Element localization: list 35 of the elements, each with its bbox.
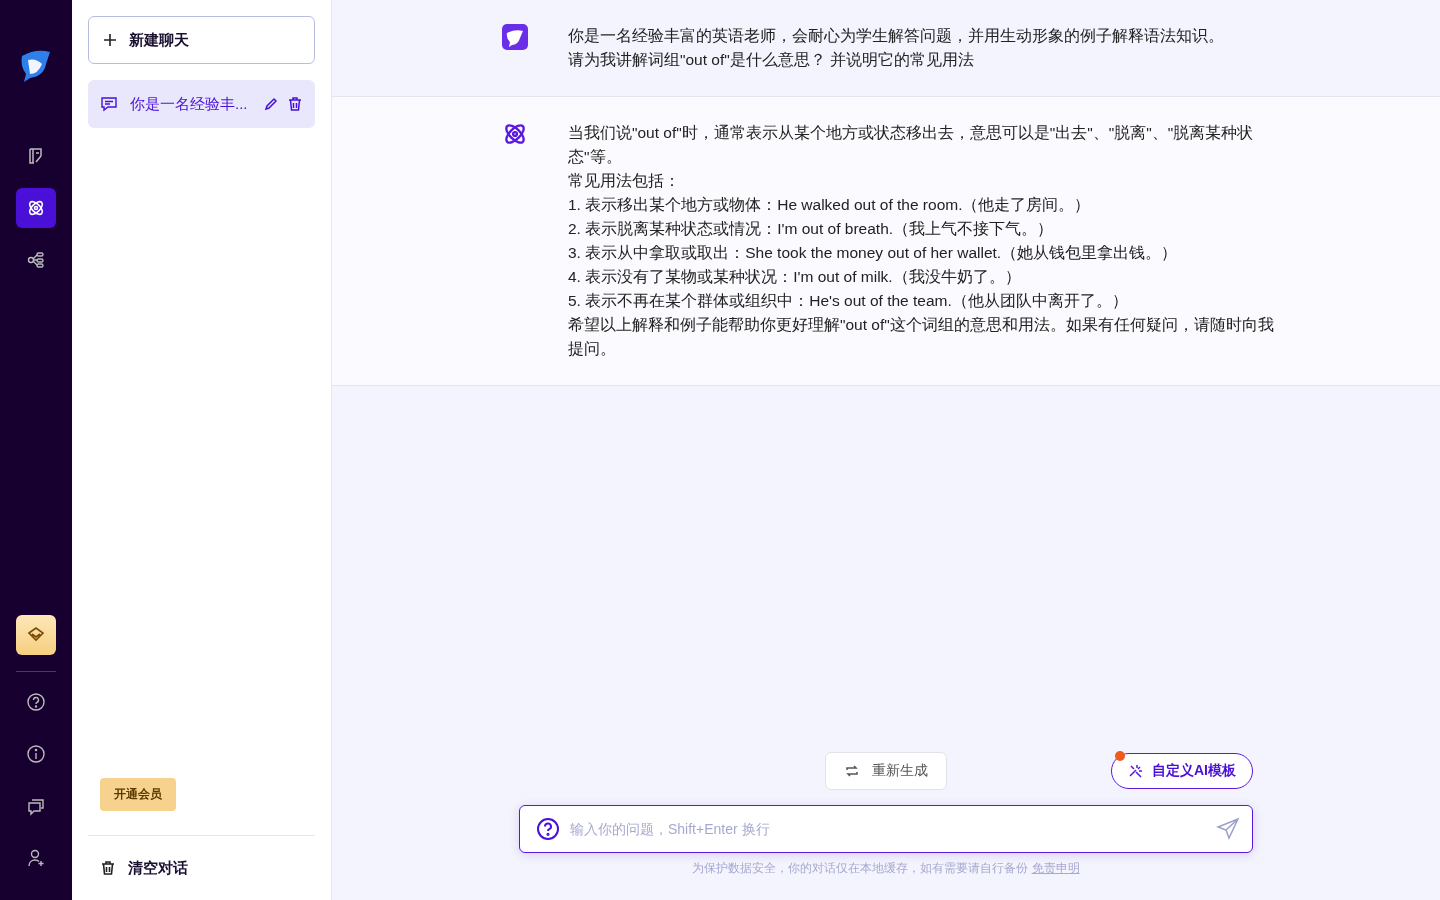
chat-icon[interactable] (26, 796, 46, 816)
message-text: 3. 表示从中拿取或取出：She took the money out of her wallet.（她从钱包里拿出钱。） (568, 243, 1179, 263)
message-text: 你是一名经验丰富的英语老师，会耐心为学生解答问题，并用生动形象的例子解释语法知识。 (568, 26, 1225, 46)
disclaimer-text: 为保护数据安全，你的对话仅在本地缓存，如有需要请自行备份 (692, 862, 1029, 874)
regenerate-button[interactable]: 重新生成 (825, 752, 947, 790)
atom-nav-icon[interactable] (16, 188, 56, 228)
message-text: 5. 表示不再在某个群体或组织中：He's out of the team.（他从团队中离开了。） (568, 291, 1129, 311)
info-icon[interactable] (26, 744, 46, 764)
question-input[interactable]: 输入你的问题，Shift+Enter 换行 (568, 820, 1208, 838)
atom-avatar-icon (502, 121, 528, 147)
message-text: 4. 表示没有了某物或某种状况：I'm out of milk.（我没牛奶了。） (568, 267, 1022, 287)
message-text: 希望以上解释和例子能帮助你更好理解"out of"这个词组的意思和用法。如果有任何疑问，请随时向我提问。 (568, 315, 1275, 359)
refresh-icon (844, 763, 860, 779)
plus-icon (103, 33, 117, 47)
question-field[interactable]: 输入你的问题，Shift+Enter 换行 (519, 805, 1253, 853)
help-icon[interactable] (26, 692, 46, 712)
sparkle-wand-icon (1128, 763, 1144, 779)
clear-chats-button[interactable]: 清空对话 (88, 858, 200, 878)
message-text: 常见用法包括： (568, 171, 681, 191)
message-text: 请为我讲解词组"out of"是什么意思？ 并说明它的常见用法 (568, 50, 976, 70)
custom-template-button[interactable]: 自定义AI模板 (1111, 753, 1253, 789)
message-text: 1. 表示移出某个地方或物体：He walked out of the room.（他走了房间。） (568, 195, 1092, 215)
send-icon[interactable] (1216, 817, 1240, 841)
add-user-icon[interactable] (26, 848, 46, 868)
new-chat-button[interactable]: 新建聊天 (88, 16, 315, 64)
message-icon (100, 95, 118, 113)
notification-dot (1115, 751, 1125, 761)
trash-icon (100, 860, 116, 876)
trash-icon[interactable] (287, 96, 303, 112)
pencil-icon[interactable] (263, 96, 279, 112)
chat-item[interactable]: 你是一名经验丰... (88, 80, 315, 128)
help-icon (536, 817, 560, 841)
message-text: 2. 表示脱离某种状态或情况：I'm out of breath.（我上气不接下气。） (568, 219, 1055, 239)
membership-button[interactable]: 开通会员 (100, 778, 176, 811)
message-text: 当我们说"out of"时，通常表示从某个地方或状态移出去，意思可以是"出去"、"脱离"、"脱离某种状态"等。 (568, 123, 1255, 167)
